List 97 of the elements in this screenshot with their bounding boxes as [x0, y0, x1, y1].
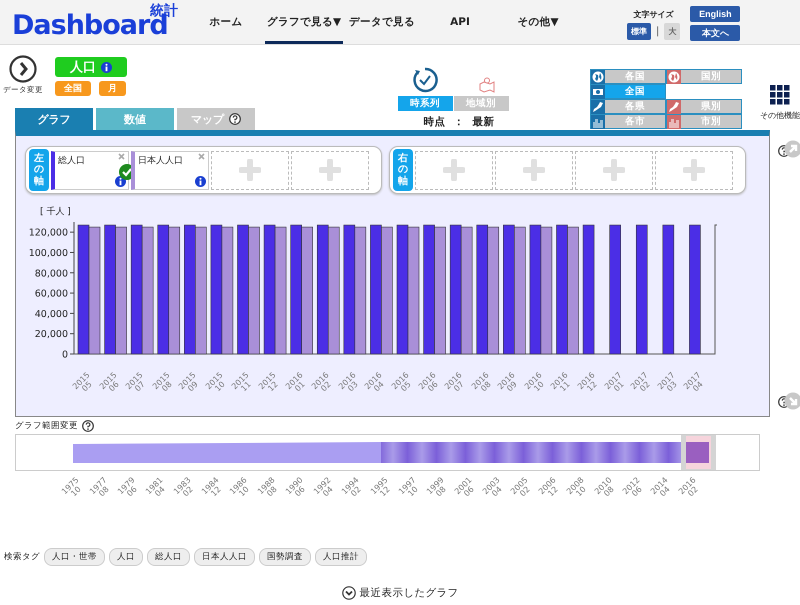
font-size-label: 文字サイズ: [634, 9, 674, 20]
bar[interactable]: [195, 226, 207, 354]
bar[interactable]: [222, 226, 234, 354]
clock-icon: [411, 67, 440, 93]
bar[interactable]: [423, 224, 435, 354]
bar[interactable]: [476, 224, 488, 354]
nav-link[interactable]: API: [421, 3, 499, 44]
series-card[interactable]: 総人口: [51, 150, 129, 190]
bar[interactable]: [381, 226, 393, 354]
series-name: 総人口: [58, 156, 85, 166]
bar[interactable]: [316, 224, 329, 354]
axis-unit: [ 千人 ]: [40, 207, 71, 217]
globe-icon: [592, 72, 604, 82]
bar[interactable]: [354, 226, 366, 354]
bar[interactable]: [450, 224, 462, 354]
bar[interactable]: [514, 226, 526, 354]
expand-icon[interactable]: [784, 140, 800, 158]
header-button[interactable]: English: [690, 6, 740, 22]
y-tick-label: 60,000: [34, 288, 68, 300]
font-size-button[interactable]: 大: [664, 23, 680, 40]
nav-link[interactable]: その他▼: [499, 3, 577, 44]
plus-icon: [603, 159, 625, 181]
change-data-icon[interactable]: [9, 55, 37, 83]
separator-text: ：: [454, 115, 465, 129]
range-title: グラフ範囲変更: [15, 420, 78, 432]
tab[interactable]: グラフ: [15, 108, 93, 130]
bar[interactable]: [274, 226, 286, 354]
search-tag[interactable]: 総人口: [147, 548, 190, 566]
bar[interactable]: [487, 226, 500, 354]
bar[interactable]: [130, 224, 142, 354]
axis-label: 右の軸: [393, 149, 413, 191]
bar[interactable]: [434, 226, 446, 354]
nav-link[interactable]: グラフで見る▼: [265, 3, 343, 44]
recent-graphs-link[interactable]: 最近表示したグラフ: [360, 586, 458, 600]
y-tick-label: 80,000: [34, 268, 68, 280]
globe-icon: [668, 72, 680, 82]
font-size-button[interactable]: 標準: [627, 23, 651, 40]
plus-icon: [523, 159, 545, 181]
info-icon[interactable]: [101, 62, 112, 72]
tags-label: 検索タグ: [4, 551, 40, 563]
bar[interactable]: [301, 226, 313, 354]
bar[interactable]: [290, 224, 302, 354]
cycle-badge: 月: [99, 81, 126, 96]
bar[interactable]: [264, 224, 276, 354]
search-tag[interactable]: 日本人人口: [194, 548, 255, 566]
map-pin-icon: [479, 77, 496, 93]
bar[interactable]: [88, 226, 100, 354]
y-tick-label: 20,000: [34, 329, 68, 340]
bar[interactable]: [582, 224, 594, 354]
bar[interactable]: [540, 226, 552, 354]
nav-link[interactable]: ホーム: [187, 3, 265, 44]
time-point-label: 時点: [424, 115, 446, 129]
y-tick-label: 40,000: [34, 308, 68, 320]
bar[interactable]: [636, 224, 648, 354]
y-tick-label: 120,000: [28, 228, 68, 239]
bar[interactable]: [168, 226, 180, 354]
bar[interactable]: [609, 224, 621, 354]
area-badge: 全国: [55, 81, 91, 96]
help-icon[interactable]: [229, 113, 241, 125]
grid-icon[interactable]: [770, 85, 790, 105]
bar[interactable]: [662, 224, 674, 354]
search-tag[interactable]: 人口・世帯: [44, 548, 105, 566]
buildings-icon: [593, 119, 603, 128]
nav-link[interactable]: データで見る: [343, 3, 421, 44]
search-tag[interactable]: 国勢調査: [259, 548, 311, 566]
bar[interactable]: [142, 226, 154, 354]
bar[interactable]: [328, 226, 340, 354]
search-tag[interactable]: 人口推計: [315, 548, 367, 566]
bar[interactable]: [248, 226, 260, 354]
search-tag[interactable]: 人口: [109, 548, 143, 566]
expand-icon[interactable]: [784, 392, 800, 410]
series-name: 日本人人口: [138, 156, 183, 166]
bar[interactable]: [104, 224, 116, 354]
bar[interactable]: [157, 224, 170, 354]
info-icon[interactable]: [195, 176, 206, 186]
flag-icon: [593, 89, 603, 95]
chevron-down-icon[interactable]: [342, 586, 356, 600]
bar[interactable]: [460, 226, 472, 354]
time-point-value: 最新: [472, 115, 495, 129]
bar[interactable]: [115, 226, 127, 354]
plus-icon: [443, 159, 465, 181]
indicator-badge: 人口: [55, 57, 127, 77]
header-button[interactable]: 本文へ: [690, 25, 740, 41]
plus-icon: [683, 159, 705, 181]
series-card[interactable]: 日本人人口: [131, 150, 209, 190]
buildings-icon: [669, 119, 679, 128]
separator-text: |: [656, 26, 660, 37]
plus-icon: [239, 159, 261, 181]
bar[interactable]: [408, 226, 420, 354]
help-icon[interactable]: [82, 420, 94, 432]
bar[interactable]: [567, 226, 579, 354]
bar[interactable]: [689, 224, 701, 354]
axis-label: 左の軸: [29, 149, 49, 191]
more-features-label: その他機能: [760, 110, 800, 121]
y-tick-label: 0: [62, 350, 68, 360]
plus-icon: [319, 159, 341, 181]
y-tick-label: 100,000: [28, 248, 68, 259]
